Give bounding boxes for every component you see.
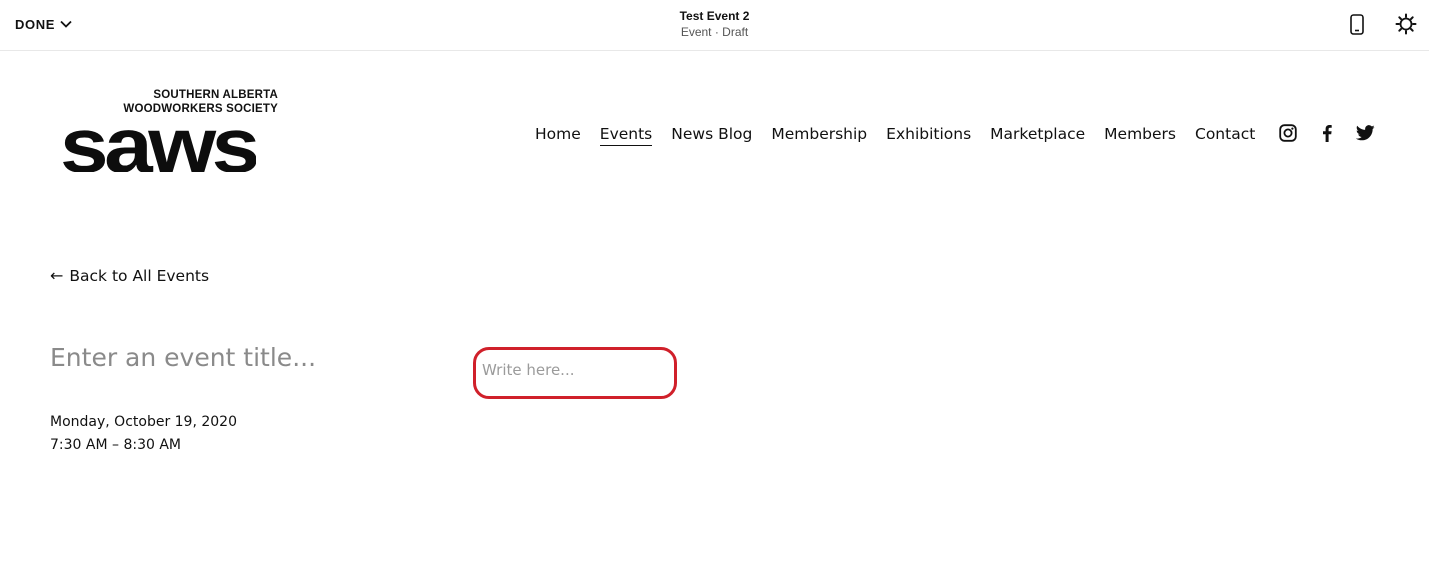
back-to-events-link[interactable]: ← Back to All Events (50, 266, 209, 285)
nav-item-exhibitions[interactable]: Exhibitions (886, 125, 971, 145)
editor-toolbar: DONE Test Event 2 Event · Draft (0, 0, 1429, 51)
facebook-icon[interactable] (1317, 123, 1337, 143)
document-info: Test Event 2 Event · Draft (0, 8, 1429, 40)
instagram-icon[interactable] (1278, 123, 1298, 143)
nav-item-home[interactable]: Home (535, 125, 581, 145)
mobile-preview-icon[interactable] (1345, 12, 1369, 36)
event-date: Monday, October 19, 2020 (50, 414, 237, 430)
nav-item-marketplace[interactable]: Marketplace (990, 125, 1085, 145)
event-time: 7:30 AM – 8:30 AM (50, 437, 181, 453)
nav-item-events[interactable]: Events (599, 125, 653, 146)
nav-item-contact[interactable]: Contact (1195, 125, 1255, 145)
document-title: Test Event 2 (679, 9, 750, 23)
logo-line-1: SOUTHERN ALBERTA (153, 89, 278, 101)
site-styles-icon[interactable] (1394, 12, 1418, 36)
event-title-field[interactable]: Enter an event title... (50, 343, 316, 372)
main-navigation: Home Events News Blog Membership Exhibit… (535, 122, 1274, 148)
event-datetime: Monday, October 19, 2020 7:30 AM – 8:30 … (50, 411, 237, 457)
document-subtitle: Event · Draft (680, 25, 749, 39)
nav-item-membership[interactable]: Membership (771, 125, 867, 145)
nav-item-news-blog[interactable]: News Blog (671, 125, 752, 145)
event-body-input[interactable] (482, 361, 662, 379)
site-logo[interactable]: SOUTHERN ALBERTA WOODWORKERS SOCIETY saw… (60, 88, 282, 174)
back-link-label: Back to All Events (69, 266, 210, 285)
event-body-highlight (473, 347, 677, 399)
arrow-left-icon: ← (50, 266, 64, 285)
twitter-icon[interactable] (1355, 123, 1375, 143)
nav-item-members[interactable]: Members (1104, 125, 1176, 145)
logo-wordmark: saws (60, 106, 256, 172)
